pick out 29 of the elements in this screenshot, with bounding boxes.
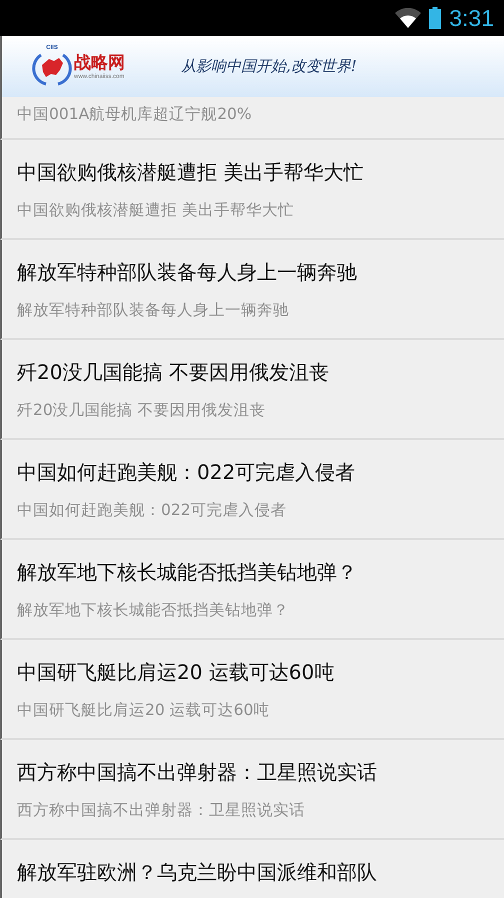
article-title: 中国欲购俄核潜艇遭拒 美出手帮华大忙 xyxy=(17,159,364,186)
article-row[interactable]: 歼20没几国能搞 不要因用俄发沮丧 歼20没几国能搞 不要因用俄发沮丧 xyxy=(0,340,504,440)
article-title: 解放军地下核长城能否抵挡美钻地弹？ xyxy=(17,559,358,586)
article-title: 中国研飞艇比肩运20 运载可达60吨 xyxy=(17,659,336,686)
article-title: 西方称中国搞不出弹射器：卫星照说实话 xyxy=(17,759,378,786)
logo-name: 战略网 xyxy=(74,54,125,72)
article-summary: 歼20没几国能搞 不要因用俄发沮丧 xyxy=(17,400,267,421)
article-summary: 中国如何赶跑美舰：022可完虐入侵者 xyxy=(17,500,288,521)
article-summary: 中国研飞艇比肩运20 运载可达60吨 xyxy=(17,700,270,721)
article-row[interactable]: 解放军地下核长城能否抵挡美钻地弹？ 解放军地下核长城能否抵挡美钻地弹？ xyxy=(0,540,504,640)
article-summary: 西方称中国搞不出弹射器：卫星照说实话 xyxy=(17,800,306,821)
article-row[interactable]: 解放军特种部队装备每人身上一辆奔驰 解放军特种部队装备每人身上一辆奔驰 xyxy=(0,240,504,340)
slogan: 从影响中国开始,改变世界! xyxy=(181,57,357,76)
article-summary: 解放军地下核长城能否抵挡美钻地弹？ xyxy=(17,600,290,621)
clock-time: 3:31 xyxy=(449,4,494,32)
article-title: 歼20没几国能搞 不要因用俄发沮丧 xyxy=(17,359,330,386)
article-row[interactable]: 中国欲购俄核潜艇遭拒 美出手帮华大忙 中国欲购俄核潜艇遭拒 美出手帮华大忙 xyxy=(0,140,504,240)
article-summary: 中国001A航母机库超辽宁舰20% xyxy=(17,104,253,125)
battery-icon xyxy=(429,7,442,29)
article-title: 解放军驻欧洲？乌克兰盼中国派维和部队 xyxy=(17,859,378,886)
article-summary: 中国欲购俄核潜艇遭拒 美出手帮华大忙 xyxy=(17,200,295,221)
article-title: 解放军特种部队装备每人身上一辆奔驰 xyxy=(17,259,358,286)
article-row[interactable]: 解放军驻欧洲？乌克兰盼中国派维和部队 xyxy=(0,840,504,898)
article-row[interactable]: 中国研飞艇比肩运20 运载可达60吨 中国研飞艇比肩运20 运载可达60吨 xyxy=(0,640,504,740)
wifi-icon xyxy=(395,8,422,28)
article-row[interactable]: 中国如何赶跑美舰：022可完虐入侵者 中国如何赶跑美舰：022可完虐入侵者 xyxy=(0,440,504,540)
article-title: 中国如何赶跑美舰：022可完虐入侵者 xyxy=(17,459,356,486)
article-summary: 解放军特种部队装备每人身上一辆奔驰 xyxy=(17,300,290,321)
article-row[interactable]: 西方称中国搞不出弹射器：卫星照说实话 西方称中国搞不出弹射器：卫星照说实话 xyxy=(0,740,504,840)
